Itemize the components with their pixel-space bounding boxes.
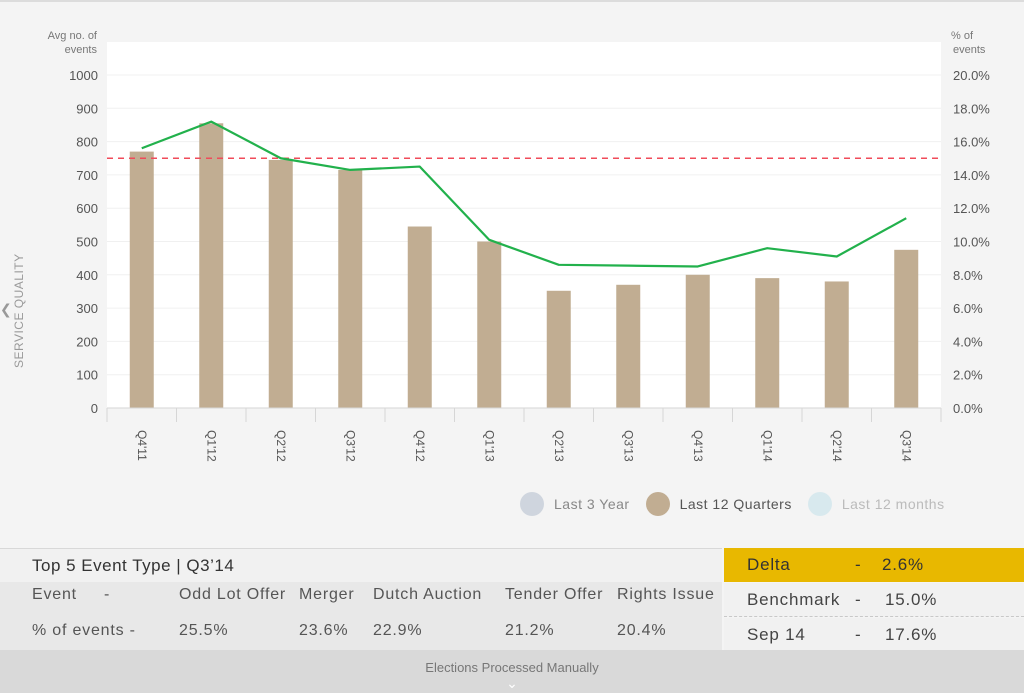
legend-label: Last 12 months bbox=[841, 496, 945, 512]
y-tick-label: 400 bbox=[76, 268, 98, 283]
y2-tick-label: 8.0% bbox=[953, 268, 983, 283]
x-tick-label: Q1'12 bbox=[204, 430, 218, 462]
y2-tick-label: 2.0% bbox=[953, 368, 983, 383]
percent-row-label: % of events - bbox=[32, 622, 136, 639]
x-tick-label: Q3'14 bbox=[899, 430, 913, 462]
x-tick-label: Q1'13 bbox=[482, 430, 496, 462]
x-tick-label: Q2'13 bbox=[552, 430, 566, 462]
y-tick-label: 600 bbox=[76, 201, 98, 216]
x-tick-label: Q2'14 bbox=[830, 430, 844, 462]
stats-panel: Delta - 2.6% Benchmark - 15.0% Sep 14 - … bbox=[724, 548, 1024, 652]
footer-label: Elections Processed Manually bbox=[425, 660, 599, 675]
sep14-row: Sep 14 - 17.6% bbox=[724, 618, 1024, 652]
event-type: Tender Offer bbox=[505, 586, 604, 603]
y2-tick-label: 4.0% bbox=[953, 334, 983, 349]
delta-value: 2.6% bbox=[882, 555, 924, 574]
benchmark-label: Benchmark bbox=[747, 590, 841, 609]
y-tick-label: 100 bbox=[76, 368, 98, 383]
bar bbox=[685, 274, 710, 408]
y2-tick-label: 14.0% bbox=[953, 168, 990, 183]
top-events-panel: Top 5 Event Type | Q3’14 Event - Odd Lot… bbox=[0, 548, 722, 650]
benchmark-dash: - bbox=[855, 590, 862, 609]
event-row-label: Event bbox=[32, 586, 77, 603]
bar bbox=[407, 226, 432, 408]
plot-area bbox=[107, 42, 941, 408]
y-tick-label: 500 bbox=[76, 235, 98, 250]
delta-row: Delta - 2.6% bbox=[724, 548, 1024, 582]
legend-dot bbox=[645, 492, 670, 516]
y2-tick-label: 6.0% bbox=[953, 301, 983, 316]
event-percent: 23.6% bbox=[299, 622, 349, 639]
bar bbox=[199, 123, 224, 408]
bar bbox=[477, 241, 502, 408]
bar bbox=[894, 249, 919, 408]
event-percent: 25.5% bbox=[179, 622, 229, 639]
combo-chart: 0 100 200 300 400 500 600 700 800 900 1000 0.0% 2.0… bbox=[48, 30, 991, 462]
x-tick-label: Q3'12 bbox=[343, 430, 357, 462]
event-type: Dutch Auction bbox=[373, 586, 483, 603]
legend-item-last-12-quarters[interactable]: Last 12 Quarters bbox=[645, 492, 792, 516]
legend-label: Last 12 Quarters bbox=[679, 496, 792, 512]
sep14-dash: - bbox=[855, 625, 862, 644]
benchmark-row: Benchmark - 15.0% bbox=[724, 583, 1024, 617]
x-tick-label: Q4'11 bbox=[135, 430, 149, 461]
bar bbox=[129, 151, 154, 408]
bar bbox=[755, 278, 780, 408]
legend-dot bbox=[807, 492, 832, 516]
bar bbox=[616, 284, 641, 408]
y2-tick-label: 20.0% bbox=[953, 68, 990, 83]
y-tick-label: 800 bbox=[76, 135, 98, 150]
x-tick-label: Q2'12 bbox=[274, 430, 288, 462]
event-type: Rights Issue bbox=[617, 586, 715, 603]
y2-tick-label: 16.0% bbox=[953, 135, 990, 150]
sep14-label: Sep 14 bbox=[747, 625, 806, 644]
bar bbox=[338, 169, 363, 408]
x-tick-label: Q3'13 bbox=[621, 430, 635, 462]
legend-label: Last 3 Year bbox=[554, 496, 630, 512]
legend-item-last-3-year[interactable]: Last 3 Year bbox=[520, 492, 630, 516]
y2-tick-label: 18.0% bbox=[953, 101, 990, 116]
event-percent: 21.2% bbox=[505, 622, 555, 639]
benchmark-value: 15.0% bbox=[885, 590, 938, 609]
delta-dash: - bbox=[855, 555, 862, 574]
events-title: Top 5 Event Type | Q3’14 bbox=[0, 548, 722, 582]
footer-bar[interactable]: Elections Processed Manually ⌄ bbox=[0, 650, 1024, 693]
legend-dot bbox=[520, 492, 544, 516]
chevron-down-icon[interactable]: ⌄ bbox=[0, 676, 1024, 690]
y2-tick-label: 12.0% bbox=[953, 201, 990, 216]
delta-label: Delta bbox=[747, 555, 791, 574]
chart-legend: Last 3 Year Last 12 Quarters Last 12 mon… bbox=[520, 492, 961, 516]
x-tick-label: Q4'13 bbox=[691, 430, 705, 462]
event-type: Odd Lot Offer bbox=[179, 586, 287, 603]
y2-tick-label: 10.0% bbox=[953, 235, 990, 250]
event-percent: 22.9% bbox=[373, 622, 423, 639]
y-tick-label: 200 bbox=[76, 334, 98, 349]
y-tick-label: 700 bbox=[76, 168, 98, 183]
sep14-value: 17.6% bbox=[885, 625, 938, 644]
event-type-row: Event - Odd Lot Offer Merger Dutch Aucti… bbox=[0, 586, 722, 620]
y-tick-label: 300 bbox=[76, 301, 98, 316]
summary-section: Top 5 Event Type | Q3’14 Event - Odd Lot… bbox=[0, 548, 1024, 652]
y2-tick-label: 0.0% bbox=[953, 401, 983, 416]
event-row-dash: - bbox=[104, 586, 111, 603]
event-type: Merger bbox=[299, 586, 355, 603]
x-tick-label: Q1'14 bbox=[760, 430, 774, 462]
y-tick-label: 0 bbox=[91, 401, 98, 416]
y2-axis-title: % of events bbox=[951, 30, 986, 56]
bar bbox=[268, 159, 293, 408]
y-axis-title: Avg no. of events bbox=[48, 30, 98, 56]
dashboard-page: ❮ SERVICE QUALITY 0 100 200 300 400 500 600 700… bbox=[0, 0, 1024, 693]
y-tick-label: 900 bbox=[76, 101, 98, 116]
legend-item-last-12-months[interactable]: Last 12 months bbox=[807, 492, 945, 516]
y-tick-label: 1000 bbox=[69, 68, 98, 83]
x-tick-label: Q4'12 bbox=[413, 430, 427, 462]
bar bbox=[824, 281, 849, 408]
bar bbox=[546, 290, 571, 408]
event-percent: 20.4% bbox=[617, 622, 667, 639]
